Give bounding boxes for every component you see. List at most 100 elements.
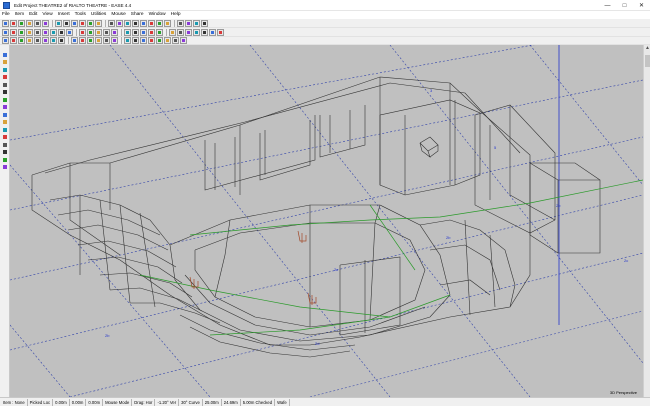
toolbar-button[interactable] <box>58 28 65 36</box>
toolbar-button[interactable] <box>50 37 57 44</box>
toolbar-button[interactable] <box>87 37 94 44</box>
toolbar-button[interactable] <box>132 19 139 27</box>
toolbar-button[interactable] <box>50 28 57 36</box>
menu-view[interactable]: View <box>42 11 52 19</box>
toolbar-button[interactable] <box>18 19 25 27</box>
toolbar-button[interactable] <box>201 19 208 27</box>
toolbar-button[interactable] <box>111 37 118 44</box>
toolbar-button[interactable] <box>71 19 78 27</box>
palette-tool-button[interactable] <box>1 119 8 126</box>
close-button[interactable]: ✕ <box>633 0 650 11</box>
toolbar-button[interactable] <box>58 37 65 44</box>
toolbar-button[interactable] <box>140 37 147 44</box>
toolbar-button[interactable] <box>55 19 62 27</box>
perspective-viewport[interactable]: 3 5 2b 2c 2b 2b 2c 2d 3D Perspective <box>10 45 643 397</box>
toolbar-button[interactable] <box>164 19 171 27</box>
menu-edit[interactable]: Edit <box>29 11 37 19</box>
toolbar-button[interactable] <box>10 19 17 27</box>
menu-tools[interactable]: Tools <box>75 11 86 19</box>
toolbar-button[interactable] <box>156 19 163 27</box>
scroll-up-icon[interactable]: ▲ <box>644 45 650 52</box>
toolbar-button[interactable] <box>172 37 179 44</box>
toolbar-button[interactable] <box>148 37 155 44</box>
palette-tool-button[interactable] <box>1 81 8 88</box>
toolbar-button[interactable] <box>26 37 33 44</box>
toolbar-button[interactable] <box>95 28 102 36</box>
toolbar-button[interactable] <box>193 19 200 27</box>
toolbar-button[interactable] <box>148 28 155 36</box>
toolbar-button[interactable] <box>156 28 163 36</box>
toolbar-button[interactable] <box>26 28 33 36</box>
palette-tool-button[interactable] <box>1 134 8 141</box>
palette-tool-button[interactable] <box>1 104 8 111</box>
toolbar-button[interactable] <box>169 28 176 36</box>
palette-tool-button[interactable] <box>1 96 8 103</box>
toolbar-button[interactable] <box>42 28 49 36</box>
toolbar-button[interactable] <box>42 37 49 44</box>
toolbar-button[interactable] <box>34 28 41 36</box>
scroll-thumb[interactable] <box>645 55 650 67</box>
toolbar-button[interactable] <box>156 37 163 44</box>
toolbar-button[interactable] <box>116 19 123 27</box>
toolbar-button[interactable] <box>10 37 17 44</box>
toolbar-button[interactable] <box>124 28 131 36</box>
menu-share[interactable]: Share <box>131 11 144 19</box>
toolbar-button[interactable] <box>10 28 17 36</box>
toolbar-button[interactable] <box>18 28 25 36</box>
toolbar-button[interactable] <box>2 28 9 36</box>
toolbar-button[interactable] <box>71 37 78 44</box>
toolbar-button[interactable] <box>79 28 86 36</box>
maximize-button[interactable]: □ <box>616 0 633 11</box>
palette-tool-button[interactable] <box>1 66 8 73</box>
toolbar-button[interactable] <box>185 28 192 36</box>
menu-help[interactable]: Help <box>171 11 181 19</box>
palette-tool-button[interactable] <box>1 164 8 171</box>
toolbar-button[interactable] <box>2 37 9 44</box>
toolbar-button[interactable] <box>177 19 184 27</box>
toolbar-button[interactable] <box>124 37 131 44</box>
palette-tool-button[interactable] <box>1 74 8 81</box>
toolbar-button[interactable] <box>103 28 110 36</box>
toolbar-button[interactable] <box>95 37 102 44</box>
palette-tool-button[interactable] <box>1 156 8 163</box>
toolbar-button[interactable] <box>193 28 200 36</box>
palette-tool-button[interactable] <box>1 59 8 66</box>
toolbar-button[interactable] <box>42 19 49 27</box>
toolbar-button[interactable] <box>209 28 216 36</box>
toolbar-button[interactable] <box>34 19 41 27</box>
menu-insert[interactable]: Insert <box>58 11 70 19</box>
toolbar-button[interactable] <box>66 28 73 36</box>
toolbar-button[interactable] <box>26 19 33 27</box>
toolbar-button[interactable] <box>132 28 139 36</box>
menu-file[interactable]: File <box>2 11 10 19</box>
toolbar-button[interactable] <box>201 28 208 36</box>
toolbar-button[interactable] <box>217 28 224 36</box>
palette-tool-button[interactable] <box>1 51 8 58</box>
menu-window[interactable]: Window <box>149 11 166 19</box>
toolbar-button[interactable] <box>63 19 70 27</box>
toolbar-button[interactable] <box>177 28 184 36</box>
toolbar-button[interactable] <box>132 37 139 44</box>
toolbar-button[interactable] <box>79 19 86 27</box>
toolbar-button[interactable] <box>87 19 94 27</box>
toolbar-button[interactable] <box>79 37 86 44</box>
menu-item[interactable]: Item <box>15 11 24 19</box>
menu-utilities[interactable]: Utilities <box>91 11 106 19</box>
palette-tool-button[interactable] <box>1 126 8 133</box>
toolbar-button[interactable] <box>124 19 131 27</box>
menu-mouse[interactable]: Mouse <box>111 11 125 19</box>
toolbar-button[interactable] <box>148 19 155 27</box>
toolbar-button[interactable] <box>185 19 192 27</box>
wireframe-canvas[interactable]: 3 5 2b 2c 2b 2b 2c 2d <box>10 45 643 397</box>
palette-tool-button[interactable] <box>1 149 8 156</box>
palette-tool-button[interactable] <box>1 89 8 96</box>
vertical-scrollbar[interactable]: ▲ <box>643 45 650 397</box>
toolbar-button[interactable] <box>140 28 147 36</box>
toolbar-button[interactable] <box>108 19 115 27</box>
toolbar-button[interactable] <box>164 37 171 44</box>
toolbar-button[interactable] <box>2 19 9 27</box>
toolbar-button[interactable] <box>87 28 94 36</box>
toolbar-button[interactable] <box>18 37 25 44</box>
palette-tool-button[interactable] <box>1 141 8 148</box>
palette-tool-button[interactable] <box>1 111 8 118</box>
